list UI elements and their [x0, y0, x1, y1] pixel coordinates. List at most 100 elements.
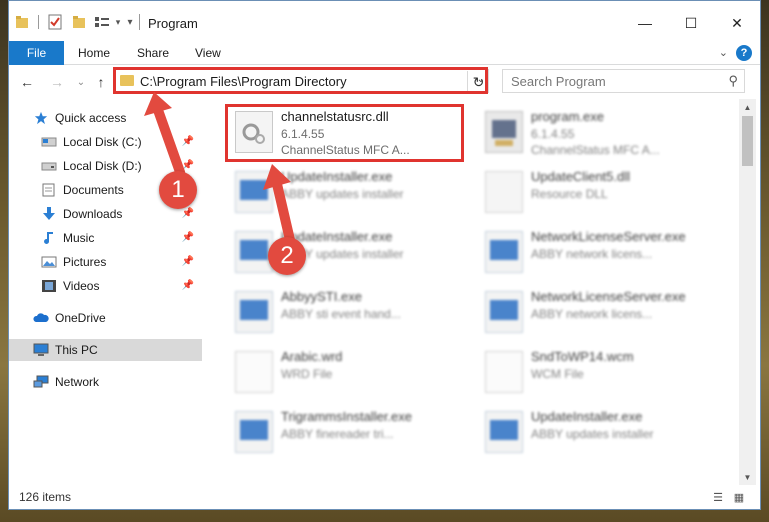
file-name: UpdateInstaller.exe — [281, 169, 393, 184]
exe-icon — [235, 411, 273, 453]
exe-icon — [485, 231, 523, 273]
back-icon[interactable]: ← — [17, 74, 37, 90]
tab-file[interactable]: File — [9, 41, 64, 65]
file-item[interactable]: UpdateClient5.dll Resource DLL — [479, 165, 715, 223]
network-icon — [33, 375, 49, 388]
pin-icon[interactable]: 📌 — [182, 160, 194, 171]
navigation-pane: Quick access Local Disk (C:) 📌 Local Dis… — [9, 99, 205, 485]
music-icon — [44, 232, 53, 244]
sidebar-item-quick-access[interactable]: Quick access — [9, 107, 202, 129]
minimize-button[interactable]: — — [622, 9, 668, 37]
scrollbar-thumb[interactable] — [742, 116, 753, 166]
file-name: AbbyySTI.exe — [281, 289, 362, 304]
pin-icon[interactable]: 📌 — [182, 256, 194, 267]
ribbon-tabs: File Home Share View ⌄ ? — [9, 41, 760, 65]
status-bar: 126 items ☰ ▦ — [9, 485, 760, 509]
file-item[interactable]: TrigrammsInstaller.exe ABBY finereader t… — [229, 405, 465, 463]
file-name: program.exe — [531, 109, 604, 124]
view-options-icon[interactable] — [93, 13, 111, 31]
tab-view[interactable]: View — [195, 41, 221, 65]
file-name: UpdateInstaller.exe — [531, 409, 643, 424]
details-view-icon[interactable]: ☰ — [710, 490, 726, 504]
tab-home[interactable]: Home — [78, 41, 110, 65]
file-description: WRD File — [281, 367, 333, 381]
sidebar-item-label: Quick access — [55, 111, 127, 125]
tab-share[interactable]: Share — [137, 41, 169, 65]
file-name: SndToWP14.wcm — [531, 349, 634, 364]
customize-toolbar-icon[interactable]: ▾ — [113, 13, 123, 31]
help-button[interactable]: ? — [736, 45, 752, 61]
step-1-callout: 1 — [159, 171, 197, 209]
cloud-icon — [33, 313, 49, 322]
folder-icon — [15, 13, 29, 31]
file-item[interactable]: UpdateInstaller.exe ABBY updates install… — [229, 225, 465, 283]
forward-icon[interactable]: → — [47, 74, 67, 90]
exe-icon — [235, 291, 273, 333]
file-highlight — [225, 104, 464, 162]
sidebar-item-local-disk-c[interactable]: Local Disk (C:) 📌 — [9, 131, 202, 153]
title-separator — [139, 14, 140, 30]
scroll-up-icon[interactable]: ▲ — [739, 99, 756, 115]
pin-icon[interactable]: 📌 — [182, 208, 194, 219]
document-icon — [235, 351, 273, 393]
file-name: Arabic.wrd — [281, 349, 343, 364]
file-item[interactable]: UpdateInstaller.exe ABBY updates install… — [229, 165, 465, 223]
window-title: Program — [148, 16, 198, 31]
file-name: NetworkLicenseServer.exe — [531, 229, 686, 244]
sidebar-item-network[interactable]: Network — [9, 371, 202, 393]
sidebar-item-label: This PC — [55, 343, 98, 357]
sidebar-item-label: Downloads — [63, 207, 123, 221]
file-item[interactable]: SndToWP14.wcm WCM File — [479, 345, 715, 403]
sidebar-item-label: OneDrive — [55, 311, 106, 325]
sidebar-item-onedrive[interactable]: OneDrive — [9, 307, 202, 329]
pin-icon[interactable]: 📌 — [182, 136, 194, 147]
program-icon — [485, 111, 523, 153]
file-item[interactable]: AbbyySTI.exe ABBY sti event hand... — [229, 285, 465, 343]
exe-icon — [485, 411, 523, 453]
file-description: Resource DLL — [531, 187, 608, 201]
file-name: UpdateClient5.dll — [531, 169, 631, 184]
new-folder-icon[interactable] — [71, 13, 87, 31]
sidebar-item-label: Documents — [63, 183, 124, 197]
up-icon[interactable]: ↑ — [91, 74, 111, 90]
maximize-button[interactable]: ☐ — [668, 9, 714, 37]
file-description: ABBY network licens... — [531, 307, 653, 321]
dll-icon — [485, 171, 523, 213]
item-count: 126 items — [19, 490, 72, 504]
recent-locations-icon[interactable]: ⌄ — [71, 74, 91, 90]
title-bar: ▾ ▾ Program — ☐ ✕ — [9, 1, 760, 41]
file-name: TrigrammsInstaller.exe — [281, 409, 412, 424]
toolbar-dropdown-icon[interactable]: ▾ — [125, 13, 135, 31]
expand-ribbon-icon[interactable]: ⌄ — [719, 46, 728, 59]
file-description: ABBY network licens... — [531, 247, 653, 261]
download-icon — [43, 207, 55, 220]
sidebar-item-pictures[interactable]: Pictures 📌 — [9, 251, 202, 273]
file-description: ABBY updates installer — [281, 187, 404, 201]
file-item[interactable]: NetworkLicenseServer.exe ABBY network li… — [479, 225, 715, 283]
address-bar-highlight — [113, 67, 488, 94]
pin-icon[interactable]: 📌 — [182, 232, 194, 243]
computer-icon — [33, 343, 49, 356]
tiles-view-icon[interactable]: ▦ — [731, 490, 747, 504]
sidebar-item-music[interactable]: Music 📌 — [9, 227, 202, 249]
file-description: ABBY updates installer — [531, 427, 654, 441]
properties-icon[interactable] — [47, 13, 63, 31]
scroll-down-icon[interactable]: ▼ — [739, 469, 756, 485]
file-name: NetworkLicenseServer.exe — [531, 289, 686, 304]
sidebar-item-this-pc[interactable]: This PC — [9, 339, 202, 361]
file-item[interactable]: NetworkLicenseServer.exe ABBY network li… — [479, 285, 715, 343]
sidebar-item-videos[interactable]: Videos 📌 — [9, 275, 202, 297]
sidebar-item-label: Pictures — [63, 255, 107, 269]
sidebar-item-label: Network — [55, 375, 100, 389]
disk-icon — [41, 137, 57, 147]
vertical-scrollbar[interactable]: ▲ ▼ — [739, 99, 756, 485]
step-2-callout: 2 — [268, 237, 306, 275]
pin-icon[interactable]: 📌 — [182, 280, 194, 291]
search-input[interactable]: Search Program ⚲ — [502, 69, 745, 93]
close-button[interactable]: ✕ — [714, 9, 760, 37]
search-icon: ⚲ — [728, 73, 738, 88]
file-item[interactable]: Arabic.wrd WRD File — [229, 345, 465, 403]
search-placeholder: Search Program — [511, 74, 606, 89]
file-item[interactable]: program.exe 6.1.4.55 ChannelStatus MFC A… — [479, 105, 715, 163]
file-item[interactable]: UpdateInstaller.exe ABBY updates install… — [479, 405, 715, 463]
